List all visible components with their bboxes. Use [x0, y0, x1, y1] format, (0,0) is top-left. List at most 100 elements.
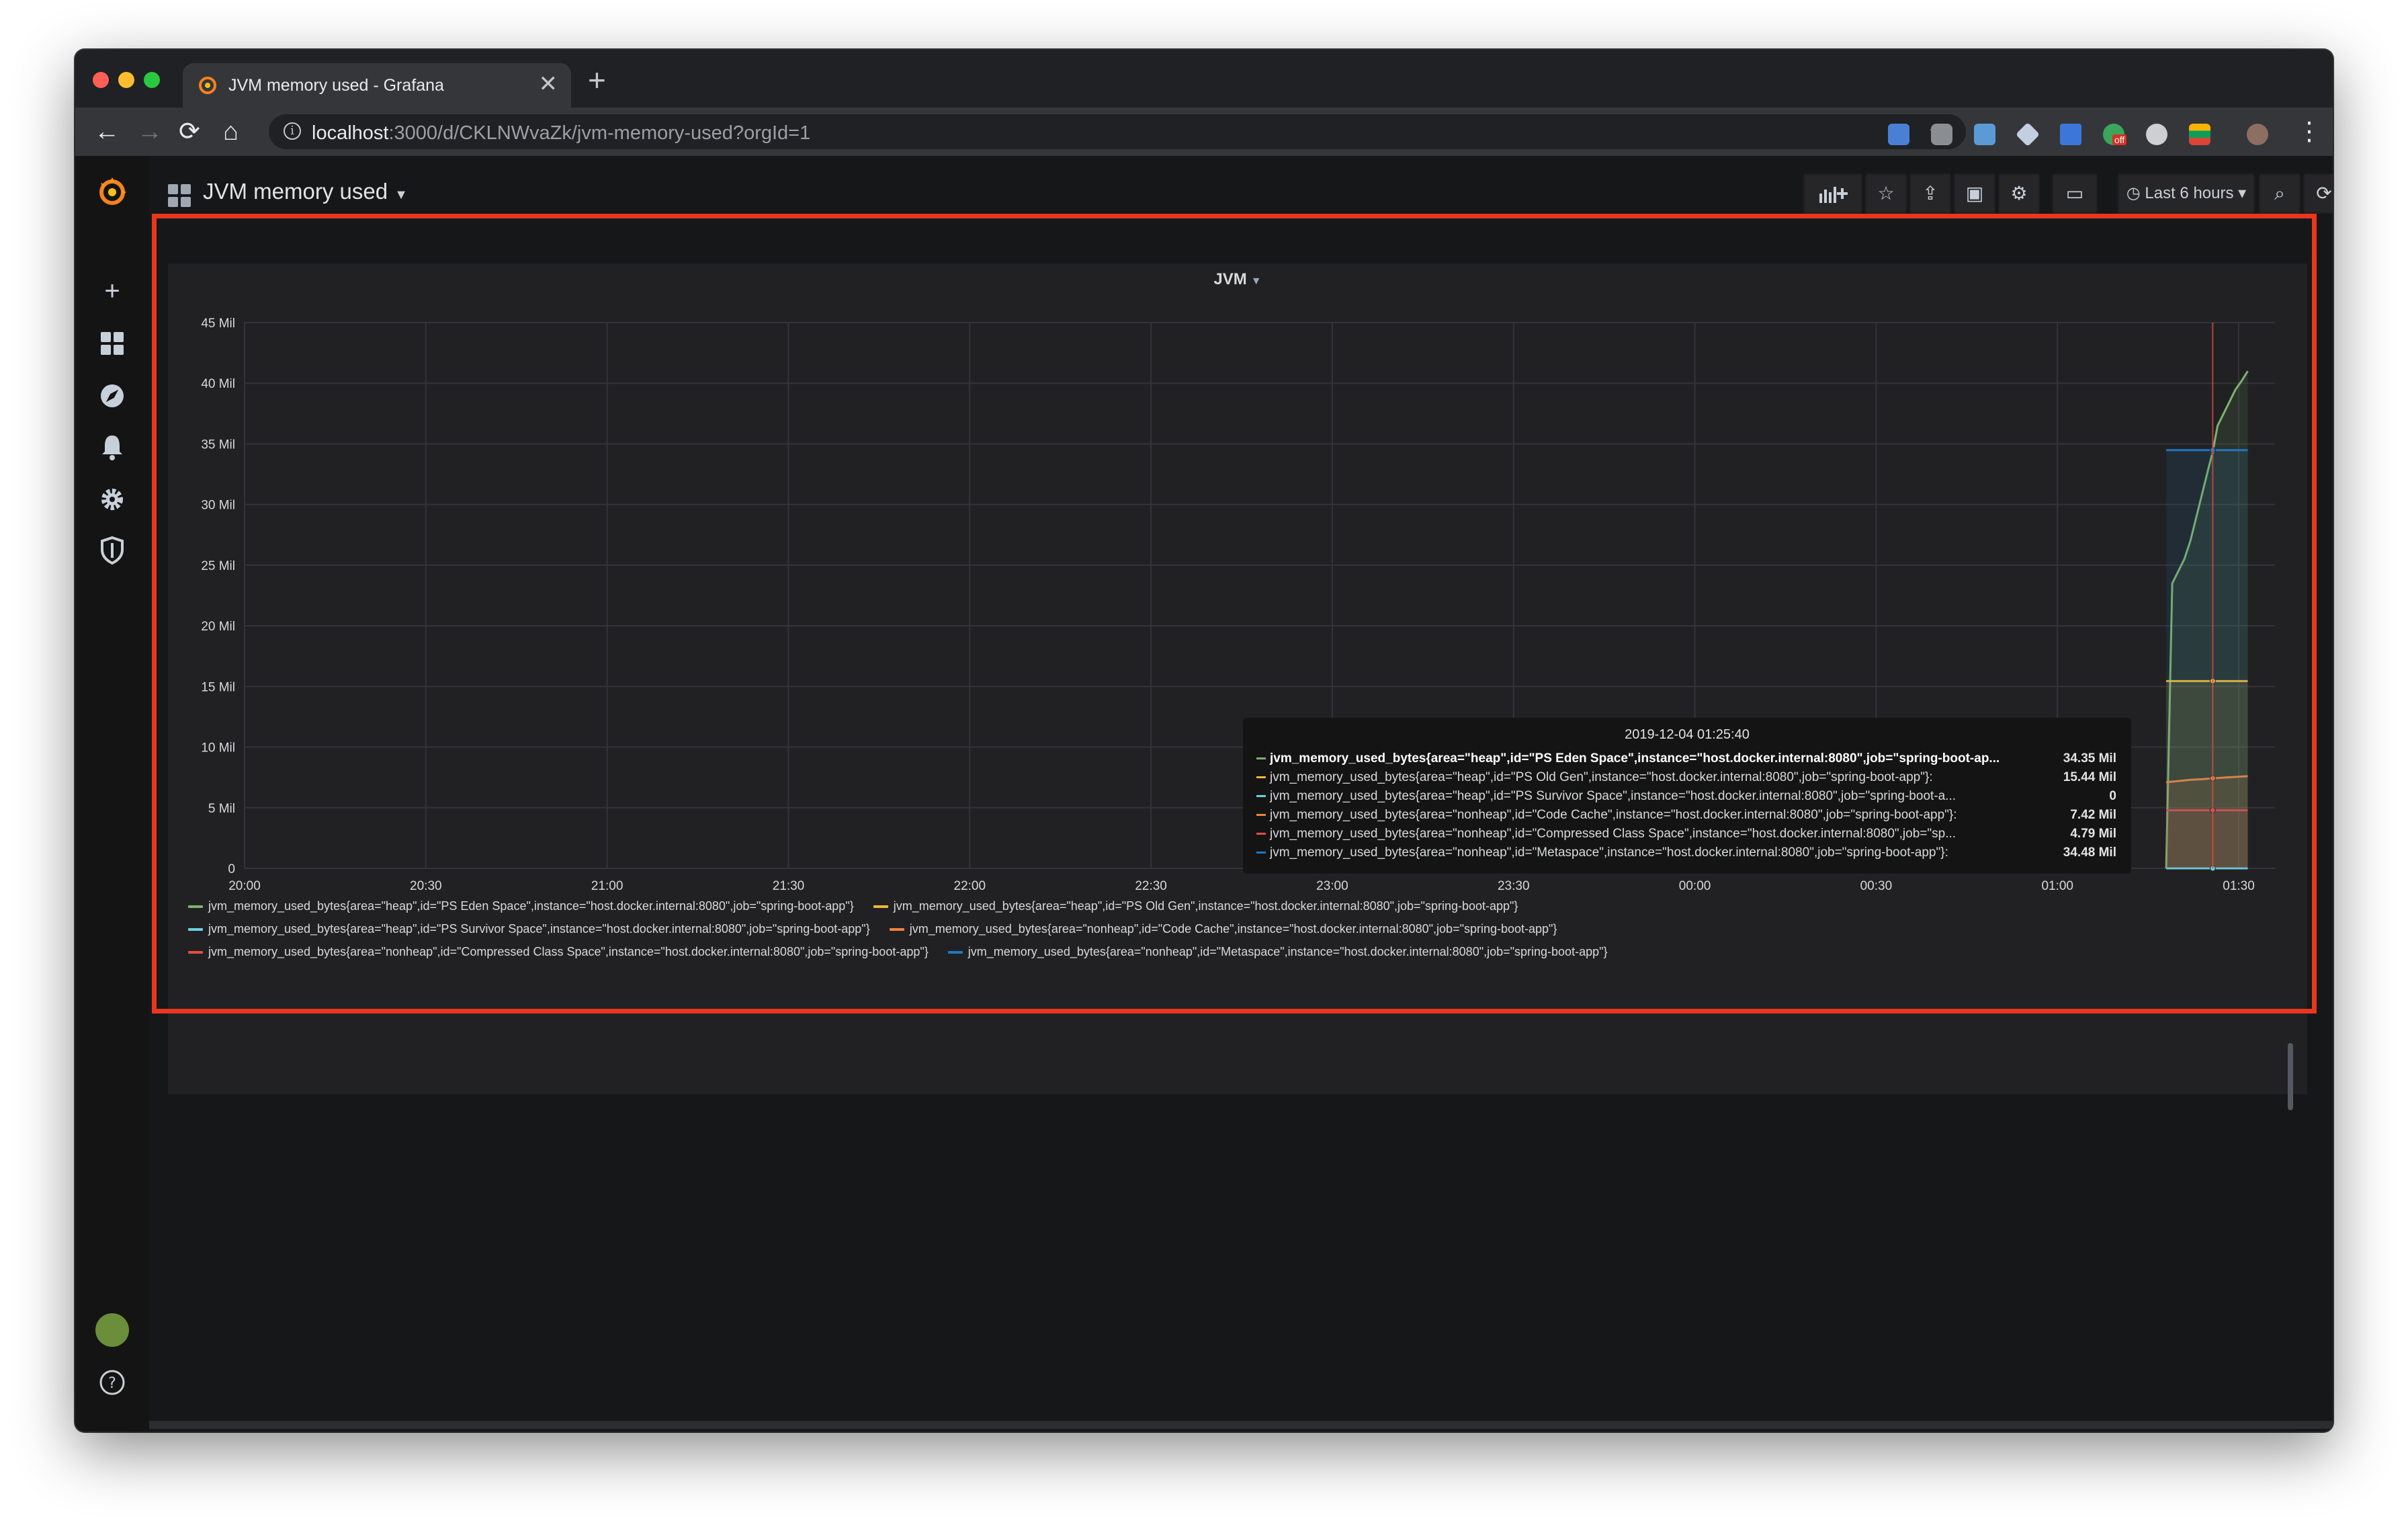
new-tab-button[interactable]: +: [588, 65, 606, 95]
profile-avatar[interactable]: [2247, 124, 2268, 145]
y-tick-label: 15 Mil: [201, 680, 235, 694]
legend-item-codecache[interactable]: jvm_memory_used_bytes{area="nonheap",id=…: [889, 922, 1557, 936]
cycle-view-mode-button[interactable]: ▭: [2052, 173, 2098, 214]
y-tick-label: 25 Mil: [201, 559, 235, 573]
site-info-icon[interactable]: i: [284, 122, 301, 140]
save-icon: ▣: [1965, 183, 1984, 204]
series-swatch: [873, 905, 888, 909]
save-dashboard-button[interactable]: ▣: [1954, 173, 1995, 214]
series-swatch: [188, 905, 203, 909]
x-tick-label: 20:30: [410, 879, 442, 893]
tooltip-series-value: 0: [2109, 789, 2116, 803]
back-icon[interactable]: ←: [94, 117, 120, 147]
explore-icon[interactable]: [95, 379, 129, 413]
tooltip-series-label: jvm_memory_used_bytes{area="heap",id="PS…: [1270, 770, 1933, 784]
x-tick-label: 01:30: [2223, 879, 2255, 893]
tooltip-row: jvm_memory_used_bytes{area="nonheap",id=…: [1243, 845, 2131, 864]
forward-icon[interactable]: →: [137, 117, 163, 147]
configuration-gear-icon[interactable]: [95, 483, 129, 516]
url-host: localhost: [312, 122, 389, 144]
tooltip-row: jvm_memory_used_bytes{area="heap",id="PS…: [1243, 789, 2131, 808]
tab-title: JVM memory used - Grafana: [228, 76, 444, 95]
dashboard-settings-button[interactable]: ⚙: [1998, 173, 2040, 214]
dashboard-title-text: JVM memory used: [203, 179, 388, 204]
tooltip-row: jvm_memory_used_bytes{area="heap",id="PS…: [1243, 751, 2131, 770]
grafana-favicon-icon: [199, 77, 216, 94]
series-swatch: [188, 951, 203, 954]
share-dashboard-button[interactable]: ⇪: [1909, 173, 1951, 214]
series-swatch: [947, 951, 963, 954]
x-tick-label: 21:00: [591, 879, 624, 893]
legend-label: jvm_memory_used_bytes{area="heap",id="PS…: [893, 899, 1518, 913]
x-tick-label: 21:30: [773, 879, 805, 893]
x-tick-label: 00:00: [1679, 879, 1711, 893]
clock-icon: ◷: [2126, 184, 2145, 202]
tooltip-row: jvm_memory_used_bytes{area="nonheap",id=…: [1243, 808, 2131, 827]
horizontal-scrollbar[interactable]: [149, 1421, 2333, 1429]
series-swatch: [1256, 814, 1266, 817]
legend-item-compressed[interactable]: jvm_memory_used_bytes{area="nonheap",id=…: [188, 945, 929, 959]
maximize-window-button[interactable]: [144, 72, 160, 88]
grafana-logo-icon[interactable]: [95, 175, 129, 208]
tooltip-series-label: jvm_memory_used_bytes{area="heap",id="PS…: [1270, 751, 2000, 766]
colorful-extension-icon[interactable]: [2189, 124, 2210, 145]
dashboards-icon[interactable]: [95, 327, 129, 360]
translate-extension-icon[interactable]: [1888, 124, 1909, 145]
x-tick-label: 22:00: [954, 879, 986, 893]
browser-toolbar: ← → ⟳ ⌂ i localhost:3000/d/CKLNWvaZk/jvm…: [75, 108, 2333, 156]
status-extension-icon[interactable]: off: [2103, 124, 2127, 145]
legend-item-survivor[interactable]: jvm_memory_used_bytes{area="heap",id="PS…: [188, 922, 870, 936]
grafana-main: JVM memory used ▼ ☆ ⇪ ▣ ⚙ ▭ ◷ Last 6 hour…: [149, 156, 2333, 1432]
user-avatar[interactable]: [95, 1313, 129, 1347]
grafana-sidemenu: + ?: [75, 156, 149, 1432]
series-swatch: [188, 928, 203, 932]
pen-extension-icon[interactable]: [2060, 124, 2081, 145]
star-dashboard-button[interactable]: ☆: [1865, 173, 1907, 214]
legend-item-oldgen[interactable]: jvm_memory_used_bytes{area="heap",id="PS…: [873, 899, 1518, 913]
monitor-icon: ▭: [2065, 183, 2084, 204]
legend-label: jvm_memory_used_bytes{area="heap",id="PS…: [208, 899, 854, 913]
dashboard-title[interactable]: JVM memory used ▼: [203, 179, 408, 204]
legend-item-eden[interactable]: jvm_memory_used_bytes{area="heap",id="PS…: [188, 899, 854, 913]
reload-icon[interactable]: ⟳: [179, 117, 200, 147]
y-tick-label: 20 Mil: [201, 620, 235, 634]
window-extension-icon[interactable]: [1974, 124, 1995, 145]
legend-row: jvm_memory_used_bytes{area="heap",id="PS…: [188, 899, 2271, 922]
add-panel-button[interactable]: [1803, 173, 1862, 214]
legend-scrollbar[interactable]: [2288, 1043, 2293, 1110]
legend-item-metaspace[interactable]: jvm_memory_used_bytes{area="nonheap",id=…: [947, 945, 1608, 959]
tooltip-series-label: jvm_memory_used_bytes{area="nonheap",id=…: [1270, 845, 1948, 860]
address-bar[interactable]: i localhost:3000/d/CKLNWvaZk/jvm-memory-…: [269, 114, 1966, 149]
refresh-icon: ⟳: [2316, 183, 2332, 204]
alerting-bell-icon[interactable]: [95, 430, 129, 464]
close-window-button[interactable]: [93, 72, 109, 88]
x-tick-label: 20:00: [228, 879, 261, 893]
browser-menu-icon[interactable]: ⋮: [2296, 117, 2322, 147]
url-text[interactable]: localhost:3000/d/CKLNWvaZk/jvm-memory-us…: [312, 122, 810, 144]
series-area-metaspace: [2166, 450, 2248, 868]
time-range-picker[interactable]: ◷ Last 6 hours ▾: [2118, 173, 2255, 214]
close-tab-icon[interactable]: ✕: [539, 73, 558, 95]
diamond-extension-icon[interactable]: [2015, 122, 2040, 147]
refresh-button[interactable]: ⟳: [2303, 173, 2333, 214]
minimize-window-button[interactable]: [118, 72, 134, 88]
legend-label: jvm_memory_used_bytes{area="heap",id="PS…: [208, 922, 870, 936]
legend-label: jvm_memory_used_bytes{area="nonheap",id=…: [968, 945, 1608, 958]
plus-icon[interactable]: +: [95, 274, 129, 308]
y-tick-label: 10 Mil: [201, 741, 235, 755]
url-path: :3000/d/CKLNWvaZk/jvm-memory-used?orgId=…: [388, 122, 811, 144]
y-tick-label: 0: [228, 862, 235, 876]
camera-extension-icon[interactable]: [1931, 124, 1952, 145]
time-range-label: Last 6 hours: [2145, 184, 2234, 202]
y-tick-label: 30 Mil: [201, 499, 235, 513]
zoom-out-button[interactable]: ⌕: [2259, 173, 2300, 214]
tooltip-series-value: 7.42 Mil: [2070, 808, 2116, 822]
chat-extension-icon[interactable]: [2146, 124, 2167, 145]
tooltip-row: jvm_memory_used_bytes{area="heap",id="PS…: [1243, 770, 2131, 789]
help-icon[interactable]: ?: [95, 1366, 129, 1399]
browser-tab[interactable]: JVM memory used - Grafana ✕: [183, 63, 571, 108]
zoom-out-icon: ⌕: [2274, 183, 2285, 204]
legend-label: jvm_memory_used_bytes{area="nonheap",id=…: [909, 922, 1557, 936]
server-admin-shield-icon[interactable]: [95, 534, 129, 567]
home-icon[interactable]: ⌂: [223, 117, 239, 147]
